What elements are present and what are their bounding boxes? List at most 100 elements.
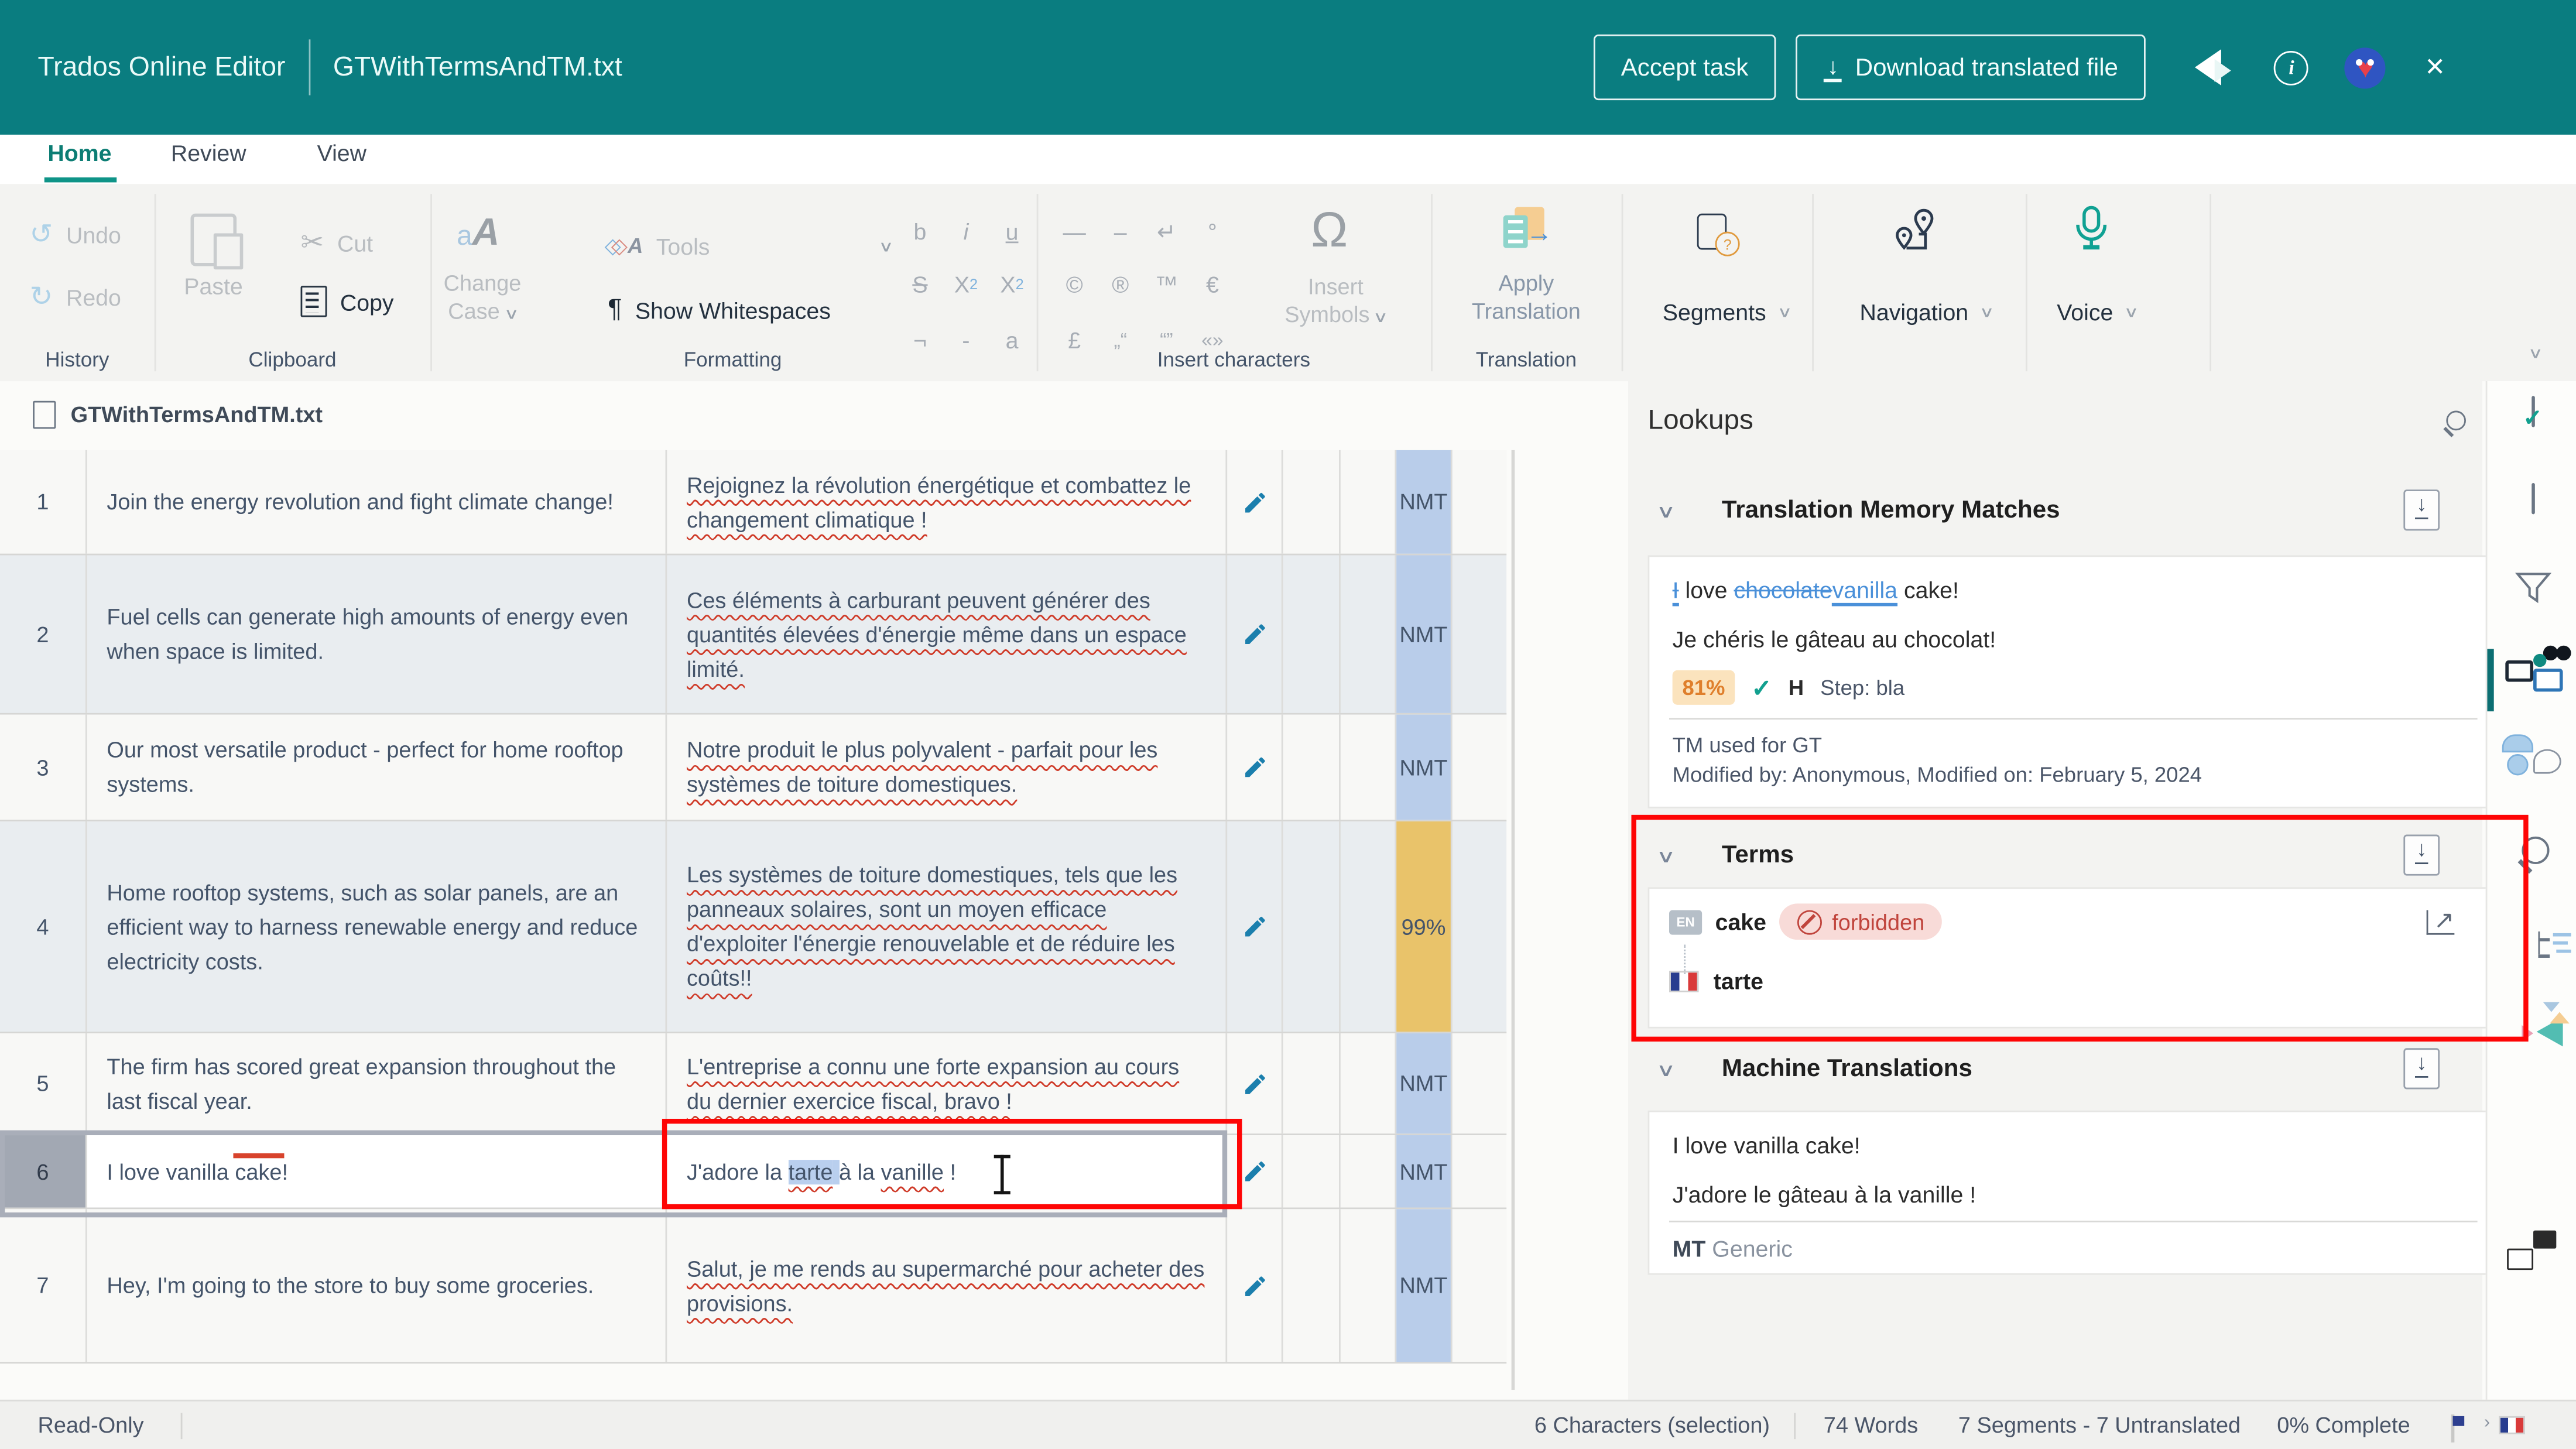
paste-button[interactable]: Paste	[184, 214, 242, 299]
filter-icon[interactable]	[2515, 572, 2551, 613]
edit-cell[interactable]	[1227, 715, 1283, 820]
tab-view[interactable]: View	[317, 140, 366, 166]
tm-insert-icon[interactable]: ↓	[2403, 489, 2440, 530]
ring-char-button[interactable]: °	[1193, 214, 1232, 250]
empty-cell	[1341, 1135, 1396, 1207]
low-quotes-button[interactable]: „“	[1101, 322, 1140, 358]
source-cell[interactable]: Hey, I'm going to the store to buy some …	[87, 1209, 667, 1362]
edit-cell[interactable]	[1227, 555, 1283, 712]
accept-task-button[interactable]: Accept task	[1593, 35, 1776, 100]
superscript-button[interactable]: X2	[992, 266, 1032, 303]
mt-card[interactable]: I love vanilla cake! J'adore le gâteau à…	[1648, 1111, 2499, 1275]
subscript-button[interactable]: X2	[946, 266, 985, 303]
avatar[interactable]: ♥	[2345, 47, 2386, 88]
strikethrough-button[interactable]: S	[900, 266, 940, 303]
em-dash-button[interactable]: —	[1055, 214, 1094, 250]
apply-translation-labels[interactable]: Apply Translation	[1469, 269, 1584, 325]
file-details-icon[interactable]	[2531, 485, 2534, 515]
segments-button[interactable]: Segments ∨	[1663, 299, 1790, 326]
bold-button[interactable]: b	[900, 214, 940, 250]
underline-button[interactable]: u	[992, 214, 1032, 250]
euro-button[interactable]: €	[1193, 266, 1232, 303]
tab-home[interactable]: Home	[47, 140, 111, 166]
source-cell[interactable]: Join the energy revolution and fight cli…	[87, 450, 667, 554]
edit-cell[interactable]	[1227, 1033, 1283, 1133]
table-scrollbar[interactable]	[1512, 450, 1515, 1390]
source-cell[interactable]: Fuel cells can generate high amounts of …	[87, 555, 667, 712]
tm-match-card[interactable]: I love chocolatevanilla cake! Je chéris …	[1648, 555, 2499, 808]
italic-button[interactable]: i	[946, 214, 985, 250]
en-dash-button[interactable]: –	[1101, 214, 1140, 250]
terms-insert-icon[interactable]: ↓	[2403, 835, 2440, 876]
cut-button[interactable]: ✂ Cut	[301, 227, 374, 259]
voice-microphone-icon[interactable]	[2073, 204, 2109, 253]
target-cell[interactable]: Salut, je me rends au supermarché pour a…	[667, 1209, 1227, 1362]
edit-cell[interactable]	[1227, 450, 1283, 554]
paper-plane-icon[interactable]	[2192, 46, 2235, 89]
source-cell[interactable]: The firm has scored great expansion thro…	[87, 1033, 667, 1133]
search-icon[interactable]	[2443, 411, 2466, 434]
apply-translation-icon[interactable]: →	[1503, 207, 1550, 254]
target-cell[interactable]: Ces éléments à carburant peuvent générer…	[667, 555, 1227, 712]
edit-cell[interactable]	[1227, 1209, 1283, 1362]
redo-button[interactable]: ↻ Redo	[30, 283, 121, 311]
insert-symbols-labels[interactable]: Insert Symbols ∨	[1278, 273, 1393, 332]
collapse-ribbon-chevron-icon[interactable]: ∨	[2528, 345, 2543, 363]
tab-review[interactable]: Review	[171, 140, 246, 166]
show-whitespaces-button[interactable]: ¶ Show Whitespaces	[608, 296, 831, 326]
registered-button[interactable]: ®	[1101, 266, 1140, 303]
table-row: 7 Hey, I'm going to the store to buy som…	[0, 1209, 1506, 1364]
group-label-formatting: Formatting	[684, 348, 782, 371]
navigation-button[interactable]: Navigation ∨	[1860, 299, 1993, 326]
pound-button[interactable]: £	[1055, 322, 1094, 358]
trademark-button[interactable]: ™	[1147, 266, 1186, 303]
tools-button[interactable]: ◇◇A Tools ∨	[605, 233, 892, 259]
source-cell[interactable]: Our most versatile product - perfect for…	[87, 715, 667, 820]
copyright-button[interactable]: ©	[1055, 266, 1094, 303]
chevron-down-icon[interactable]: ∨	[1656, 501, 1676, 522]
tm-modified-info: Modified by: Anonymous, Modified on: Feb…	[1649, 758, 2497, 787]
target-cell[interactable]: Rejoignez la révolution énergétique et c…	[667, 450, 1227, 554]
letter-a-button[interactable]: a	[992, 322, 1032, 358]
mt-insert-icon[interactable]: ↓	[2403, 1048, 2440, 1089]
download-translated-file-button[interactable]: ↓ Download translated file	[1796, 35, 2146, 100]
source-cell[interactable]: I love vanilla cake!	[87, 1135, 667, 1207]
apply-translation-label-2: Translation	[1472, 297, 1581, 326]
find-replace-icon[interactable]	[2521, 841, 2544, 864]
undo-button[interactable]: ↺ Undo	[30, 220, 121, 248]
target-cell[interactable]: Notre produit le plus polyvalent - parfa…	[667, 715, 1227, 820]
change-case-button[interactable]: aA	[457, 210, 499, 255]
target-cell[interactable]: Les systèmes de toiture domestiques, tel…	[667, 821, 1227, 1032]
segment-number[interactable]: 5	[0, 1033, 87, 1133]
copy-button[interactable]: Copy	[301, 286, 394, 317]
close-icon[interactable]: ×	[2426, 51, 2445, 84]
segment-number[interactable]: 7	[0, 1209, 87, 1362]
segment-number[interactable]: 6	[0, 1135, 87, 1207]
segment-number[interactable]: 3	[0, 715, 87, 820]
edit-cell[interactable]	[1227, 821, 1283, 1032]
info-icon[interactable]: i	[2274, 50, 2309, 85]
source-cell[interactable]: Home rooftop systems, such as solar pane…	[87, 821, 667, 1032]
insert-symbols-button[interactable]: Ω	[1311, 204, 1348, 259]
target-cell[interactable]: J'adore la tarte à la vanille !	[667, 1135, 1227, 1207]
voice-button[interactable]: Voice ∨	[2057, 299, 2137, 326]
preview-document-icon[interactable]: ✓	[2531, 398, 2534, 427]
change-case-labels[interactable]: Change Case ∨	[444, 269, 522, 328]
document-tab[interactable]: GTWithTermsAndTM.txt	[0, 401, 323, 429]
edit-cell[interactable]	[1227, 1135, 1283, 1207]
line-break-button[interactable]: ↵	[1147, 214, 1186, 250]
external-link-icon[interactable]: ↗	[2427, 909, 2455, 934]
selection-count: 6 Characters (selection)	[1534, 1413, 1770, 1437]
segment-number[interactable]: 4	[0, 821, 87, 1032]
not-sign-button[interactable]: ¬	[900, 322, 940, 358]
hyphen-button[interactable]: -	[946, 322, 985, 358]
insert-symbols-label-2: Symbols ∨	[1284, 301, 1386, 332]
chevron-down-icon[interactable]: ∨	[1656, 1060, 1676, 1081]
navigation-icon[interactable]	[1893, 207, 1939, 256]
terms-card[interactable]: EN cake forbidden ↗ tarte	[1648, 887, 2499, 1028]
chevron-down-icon[interactable]: ∨	[1656, 846, 1676, 867]
segment-number[interactable]: 1	[0, 450, 87, 554]
target-cell[interactable]: L'entreprise a connu une forte expansion…	[667, 1033, 1227, 1133]
segments-icon[interactable]: ?	[1697, 214, 1736, 253]
segment-number[interactable]: 2	[0, 555, 87, 712]
